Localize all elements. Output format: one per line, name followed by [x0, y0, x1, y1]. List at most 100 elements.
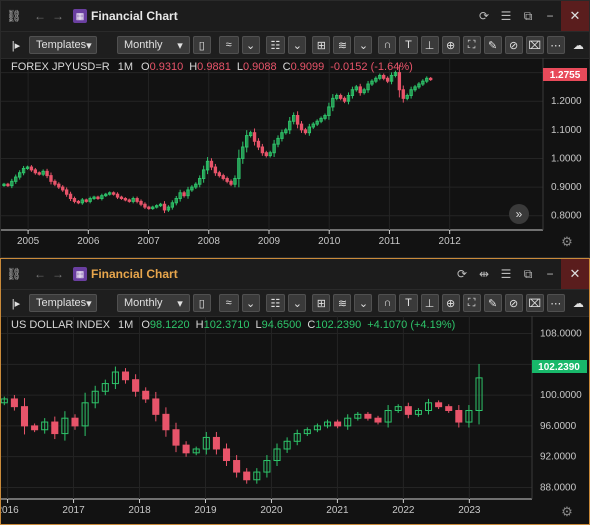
- minimize-icon[interactable]: −: [539, 1, 561, 31]
- studies-dropdown[interactable]: ⌄: [354, 36, 373, 54]
- candle-body: [72, 198, 77, 202]
- refresh-icon[interactable]: ⟳: [473, 1, 495, 31]
- compare-button[interactable]: ⊞: [312, 36, 331, 54]
- scroll-to-end-button[interactable]: »: [509, 204, 529, 224]
- line-style-button[interactable]: ≈: [218, 294, 239, 312]
- candle-body: [29, 166, 34, 171]
- clear-icon[interactable]: ⌧: [525, 36, 544, 54]
- minimize-icon[interactable]: −: [539, 259, 561, 289]
- forward-arrow-icon[interactable]: →: [49, 265, 67, 283]
- annotate-icon[interactable]: ⊘: [504, 294, 523, 312]
- candle-body: [31, 425, 39, 431]
- crosshair-icon[interactable]: ⛶: [462, 36, 481, 54]
- candle-body: [142, 390, 150, 400]
- candle-type-button[interactable]: ▯: [192, 294, 211, 312]
- magnet-icon[interactable]: ∩: [378, 294, 397, 312]
- templates-dropdown[interactable]: Templates ▾: [29, 36, 97, 54]
- candle-body: [385, 77, 390, 82]
- draw-icon[interactable]: ✎: [483, 294, 502, 312]
- list-dropdown[interactable]: ⌄: [288, 36, 307, 54]
- back-arrow-icon[interactable]: ←: [31, 7, 49, 25]
- candle-body: [404, 406, 412, 415]
- menu-icon[interactable]: ☰: [495, 259, 517, 289]
- studies-button[interactable]: ≋: [333, 294, 352, 312]
- refresh-icon[interactable]: ⟳: [451, 259, 473, 289]
- draw-icon[interactable]: ✎: [483, 36, 502, 54]
- close-icon[interactable]: ✕: [561, 1, 589, 31]
- cloud-icon[interactable]: ☁: [568, 36, 589, 54]
- measure-icon[interactable]: ⊥: [420, 294, 439, 312]
- templates-dropdown[interactable]: Templates ▾: [29, 294, 97, 312]
- period-dropdown[interactable]: Monthly ▾: [117, 36, 190, 54]
- candle-type-button[interactable]: ▯: [192, 36, 211, 54]
- crosshair-icon[interactable]: ⛶: [462, 294, 481, 312]
- line-style-dropdown[interactable]: ⌄: [241, 36, 260, 54]
- link-icon[interactable]: ⛓: [5, 7, 23, 25]
- price-chart-bottom[interactable]: 108.0000104.0000100.000096.000092.000088…: [1, 316, 589, 524]
- candle-body: [172, 429, 180, 446]
- menu-icon[interactable]: ☰: [495, 1, 517, 31]
- collapse-panel-button[interactable]: |▸: [7, 294, 25, 312]
- settings-gear-icon[interactable]: ⚙: [561, 234, 573, 249]
- line-style-dropdown[interactable]: ⌄: [241, 294, 260, 312]
- y-axis-tick: 108.0000: [540, 329, 582, 340]
- zoom-icon[interactable]: ⊕: [441, 36, 460, 54]
- candle-body: [455, 410, 463, 423]
- svg-text:1.2755: 1.2755: [550, 70, 581, 81]
- text-tool-icon[interactable]: T: [399, 36, 418, 54]
- popout-icon[interactable]: ⧉: [517, 1, 539, 31]
- candle-body: [358, 86, 362, 94]
- candle-body: [233, 460, 241, 473]
- chevron-down-icon: ▾: [177, 297, 183, 310]
- back-arrow-icon[interactable]: ←: [31, 265, 49, 283]
- price-chart-top[interactable]: 1.30001.20001.10001.00000.90000.8000 200…: [1, 58, 589, 258]
- y-axis-tick: 88.0000: [540, 482, 577, 493]
- candle-body: [212, 436, 220, 450]
- list-button[interactable]: ☷: [265, 294, 286, 312]
- candle-body: [295, 115, 300, 125]
- collapse-panel-button[interactable]: |▸: [7, 36, 25, 54]
- more-icon[interactable]: ⋯: [546, 294, 565, 312]
- candle-body: [132, 379, 140, 392]
- candle-body: [397, 72, 402, 91]
- studies-button[interactable]: ≋: [333, 36, 352, 54]
- x-axis-tick: 2020: [260, 505, 283, 516]
- measure-icon[interactable]: ⊥: [420, 36, 439, 54]
- svg-text:⚙: ⚙: [561, 234, 573, 249]
- x-axis-tick: 2018: [128, 505, 151, 516]
- candle-body: [135, 198, 139, 202]
- clear-icon[interactable]: ⌧: [525, 294, 544, 312]
- candle-body: [96, 196, 100, 200]
- zoom-icon[interactable]: ⊕: [441, 294, 460, 312]
- popout-icon[interactable]: ⧉: [517, 259, 539, 289]
- candle-body: [435, 402, 443, 408]
- candle-body: [182, 192, 186, 197]
- list-dropdown[interactable]: ⌄: [288, 294, 307, 312]
- chart-legend: US DOLLAR INDEX 1M O98.1220 H102.3710 L94.65…: [11, 319, 455, 331]
- compare-button[interactable]: ⊞: [312, 294, 331, 312]
- more-icon[interactable]: ⋯: [546, 36, 565, 54]
- forward-arrow-icon[interactable]: →: [49, 7, 67, 25]
- x-axis-tick: 2009: [258, 236, 281, 247]
- candle-body: [139, 200, 143, 205]
- chart-window-bottom: ⛓ ← → ▦ Financial Chart ⟳ ⇹ ☰ ⧉ − ✕ |▸ T…: [0, 258, 590, 525]
- candle-body: [49, 175, 53, 182]
- link-icon[interactable]: ⛓: [5, 265, 23, 283]
- candle-body: [10, 398, 18, 408]
- list-button[interactable]: ☷: [265, 36, 286, 54]
- text-tool-icon[interactable]: T: [399, 294, 418, 312]
- candle-body: [33, 169, 38, 174]
- settings-gear-icon[interactable]: ⚙: [561, 504, 573, 519]
- line-style-button[interactable]: ≈: [218, 36, 239, 54]
- studies-dropdown[interactable]: ⌄: [354, 294, 373, 312]
- cloud-icon[interactable]: ☁: [568, 294, 589, 312]
- x-axis-tick: 2016: [1, 505, 19, 516]
- x-axis-tick: 2023: [458, 505, 481, 516]
- split-icon[interactable]: ⇹: [473, 259, 495, 289]
- close-icon[interactable]: ✕: [561, 259, 589, 289]
- annotate-icon[interactable]: ⊘: [504, 36, 523, 54]
- x-axis-tick: 2008: [198, 236, 221, 247]
- magnet-icon[interactable]: ∩: [378, 36, 397, 54]
- period-dropdown[interactable]: Monthly ▾: [117, 294, 190, 312]
- candle-body: [364, 413, 372, 419]
